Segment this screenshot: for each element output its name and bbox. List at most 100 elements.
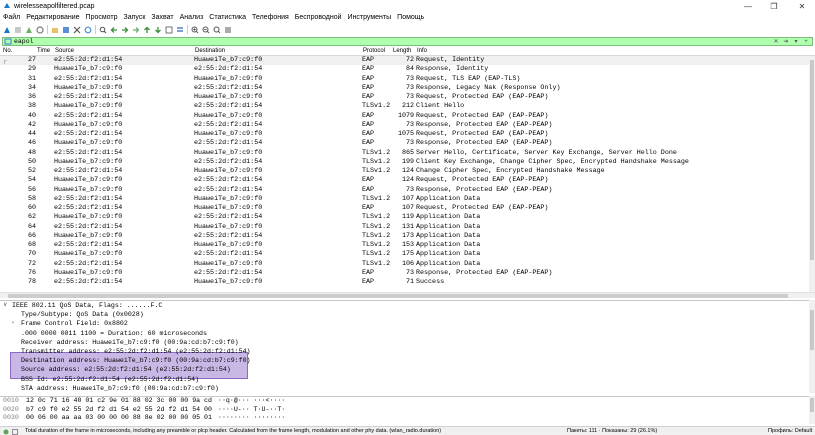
close-file-icon[interactable] xyxy=(73,26,81,34)
open-file-icon[interactable] xyxy=(51,26,59,34)
packet-row[interactable]: 29 HuaweiTe_b7:c9:f0 e2:55:2d:f2:d1:54 EAP 8… xyxy=(0,65,815,74)
menu-help[interactable]: Помощь xyxy=(397,14,424,21)
save-file-icon[interactable] xyxy=(62,26,70,34)
go-back-icon[interactable] xyxy=(110,26,118,34)
packet-row[interactable]: 62 HuaweiTe_b7:c9:f0 e2:55:2d:f2:d1:54 TLSv… xyxy=(0,213,815,222)
filter-history-icon[interactable]: ▾ xyxy=(792,38,800,45)
packet-row[interactable]: 48 e2:55:2d:f2:d1:54 HuaweiTe_b7:c9:f0 TLSv… xyxy=(0,149,815,158)
packet-row[interactable]: 31 e2:55:2d:f2:d1:54 HuaweiTe_b7:c9:f0 EAP 7… xyxy=(0,75,815,84)
packet-row[interactable]: 42 HuaweiTe_b7:c9:f0 e2:55:2d:f2:d1:54 EAP 7… xyxy=(0,121,815,130)
resize-columns-icon[interactable] xyxy=(224,26,232,34)
packet-row[interactable]: 78 e2:55:2d:f2:d1:54 HuaweiTe_b7:c9:f0 EAP 7… xyxy=(0,278,815,287)
menu-view[interactable]: Просмотр xyxy=(86,14,118,21)
packet-row[interactable]: 52 e2:55:2d:f2:d1:54 HuaweiTe_b7:c9:f0 TLSv… xyxy=(0,167,815,176)
packet-row[interactable]: 56 HuaweiTe_b7:c9:f0 e2:55:2d:f2:d1:54 EAP 7… xyxy=(0,186,815,195)
find-packet-icon[interactable] xyxy=(99,26,107,34)
detail-tree-item[interactable]: Transmitter address: e2:55:2d:f2:d1:54 (… xyxy=(0,347,815,356)
packet-row[interactable]: 50 HuaweiTe_b7:c9:f0 e2:55:2d:f2:d1:54 TLSv… xyxy=(0,158,815,167)
details-scroll-thumb[interactable] xyxy=(810,310,814,350)
menu-statistics[interactable]: Статистика xyxy=(209,14,246,21)
zoom-reset-icon[interactable] xyxy=(213,26,221,34)
packet-details-pane[interactable]: ∨ IEEE 802.11 QoS Data, Flags: ......F.C T… xyxy=(0,300,815,393)
display-filter-bar[interactable]: ✕ ➔ ▾ + xyxy=(2,37,813,46)
stop-capture-icon[interactable] xyxy=(14,26,22,34)
column-header-protocol[interactable]: Protocol xyxy=(363,48,385,54)
packet-row[interactable]: 66 HuaweiTe_b7:c9:f0 e2:55:2d:f2:d1:54 TLSv… xyxy=(0,232,815,241)
details-scrollbar[interactable] xyxy=(809,300,815,393)
packet-row[interactable]: 38 HuaweiTe_b7:c9:f0 e2:55:2d:f2:d1:54 TLSv… xyxy=(0,102,815,111)
horizontal-scroll-thumb[interactable] xyxy=(8,294,788,298)
column-header-destination[interactable]: Destination xyxy=(195,48,225,54)
column-header-length[interactable]: Length xyxy=(393,48,411,54)
bookmark-icon[interactable] xyxy=(4,38,12,45)
detail-tree-item[interactable]: Destination address: HuaweiTe_b7:c9:f0 (… xyxy=(0,356,815,365)
column-header-time[interactable]: Time xyxy=(37,48,50,54)
menu-go[interactable]: Запуск xyxy=(124,14,146,21)
packet-row[interactable]: 64 e2:55:2d:f2:d1:54 HuaweiTe_b7:c9:f0 TLSv… xyxy=(0,223,815,232)
detail-tree-item[interactable]: Receiver address: HuaweiTe_b7:c9:f0 (00:… xyxy=(0,338,815,347)
hex-row[interactable]: 0010 12 0c 71 16 40 01 c2 9e 01 88 02 3c … xyxy=(0,397,815,406)
menu-edit[interactable]: Редактирование xyxy=(26,14,79,21)
bytes-scrollbar[interactable] xyxy=(809,396,815,424)
packet-list-scrollbar[interactable] xyxy=(809,56,815,292)
menu-capture[interactable]: Захват xyxy=(151,14,173,21)
ready-status-icon[interactable] xyxy=(3,429,9,435)
go-to-packet-icon[interactable] xyxy=(132,26,140,34)
add-filter-button-icon[interactable]: + xyxy=(802,38,810,45)
packet-list-scroll-thumb[interactable] xyxy=(810,60,814,260)
clear-filter-icon[interactable]: ✕ xyxy=(772,38,780,45)
packet-bytes-pane[interactable]: 0010 12 0c 71 16 40 01 c2 9e 01 88 02 3c … xyxy=(0,396,815,424)
menu-file[interactable]: Файл xyxy=(3,14,20,21)
close-icon[interactable]: ✕ xyxy=(789,0,815,12)
packet-list-horizontal-scrollbar[interactable] xyxy=(0,292,815,298)
packet-row[interactable]: 72 e2:55:2d:f2:d1:54 HuaweiTe_b7:c9:f0 TLSv… xyxy=(0,260,815,269)
status-profile[interactable]: Профиль: Default xyxy=(768,427,812,435)
detail-tree-item[interactable]: STA address: HuaweiTe_b7:c9:f0 (00:9a:cd… xyxy=(0,384,815,393)
go-last-icon[interactable] xyxy=(154,26,162,34)
packet-row[interactable]: 36 e2:55:2d:f2:d1:54 HuaweiTe_b7:c9:f0 EAP 7… xyxy=(0,93,815,102)
packet-row[interactable]: ┌ 27 e2:55:2d:f2:d1:54 HuaweiTe_b7:c9:f0 EAP… xyxy=(0,56,815,66)
capture-comments-icon[interactable] xyxy=(12,428,18,435)
packet-row[interactable]: 44 e2:55:2d:f2:d1:54 HuaweiTe_b7:c9:f0 EAP 1… xyxy=(0,130,815,139)
apply-filter-icon[interactable]: ➔ xyxy=(782,38,790,45)
go-first-icon[interactable] xyxy=(143,26,151,34)
capture-options-icon[interactable] xyxy=(36,25,44,34)
detail-tree-item[interactable]: BSS Id: e2:55:2d:f2:d1:54 (e2:55:2d:f2:d… xyxy=(0,375,815,384)
menu-tools[interactable]: Инструменты xyxy=(348,14,392,21)
packet-list[interactable]: No. Time Source Destination Protocol Len… xyxy=(0,47,815,292)
menu-telephony[interactable]: Телефония xyxy=(252,14,289,21)
detail-tree-item[interactable]: ∨ IEEE 802.11 QoS Data, Flags: ......F.C xyxy=(0,301,815,310)
reload-icon[interactable] xyxy=(84,26,92,34)
packet-row[interactable]: 54 HuaweiTe_b7:c9:f0 e2:55:2d:f2:d1:54 EAP 1… xyxy=(0,176,815,185)
detail-tree-item[interactable]: Type/Subtype: QoS Data (0x0028) xyxy=(0,310,815,319)
colorize-icon[interactable] xyxy=(176,26,184,34)
minimize-icon[interactable]: — xyxy=(735,0,761,12)
start-capture-icon[interactable] xyxy=(3,26,11,34)
detail-tree-item[interactable]: › Frame Control Field: 0x8802 xyxy=(0,319,815,328)
packet-row[interactable]: 46 HuaweiTe_b7:c9:f0 e2:55:2d:f2:d1:54 EAP 7… xyxy=(0,139,815,148)
menu-wireless[interactable]: Беспроводной xyxy=(295,14,342,21)
bytes-scroll-thumb[interactable] xyxy=(810,398,814,412)
menu-analyze[interactable]: Анализ xyxy=(180,14,204,21)
packet-row[interactable]: 68 e2:55:2d:f2:d1:54 HuaweiTe_b7:c9:f0 TLSv… xyxy=(0,241,815,250)
column-header-source[interactable]: Source xyxy=(55,48,74,54)
zoom-in-icon[interactable] xyxy=(191,26,199,34)
restart-capture-icon[interactable] xyxy=(25,26,33,34)
expand-arrow-icon[interactable]: › xyxy=(12,319,14,328)
maximize-icon[interactable]: ❐ xyxy=(761,0,787,12)
packet-row[interactable]: 76 HuaweiTe_b7:c9:f0 e2:55:2d:f2:d1:54 EAP 7… xyxy=(0,269,815,278)
hex-row[interactable]: 0030 00 06 00 aa aa 03 00 00 00 88 8e 02 … xyxy=(0,414,815,423)
hex-row[interactable]: 0020 b7 c9 f0 e2 55 2d f2 d1 54 e2 55 2d … xyxy=(0,406,815,415)
go-forward-icon[interactable] xyxy=(121,26,129,34)
packet-row[interactable]: 60 e2:55:2d:f2:d1:54 HuaweiTe_b7:c9:f0 EAP 1… xyxy=(0,204,815,213)
column-header-info[interactable]: Info xyxy=(417,48,427,54)
detail-tree-item[interactable]: .000 0000 0011 1100 = Duration: 60 micro… xyxy=(0,329,815,338)
autoscroll-icon[interactable] xyxy=(165,26,173,34)
zoom-out-icon[interactable] xyxy=(202,26,210,34)
packet-row[interactable]: 40 e2:55:2d:f2:d1:54 HuaweiTe_b7:c9:f0 EAP 1… xyxy=(0,112,815,121)
display-filter-input[interactable] xyxy=(14,38,772,45)
detail-tree-item[interactable]: Source address: e2:55:2d:f2:d1:54 (e2:55… xyxy=(0,365,815,374)
packet-row[interactable]: 58 e2:55:2d:f2:d1:54 HuaweiTe_b7:c9:f0 TLSv… xyxy=(0,195,815,204)
column-header-no[interactable]: No. xyxy=(3,48,12,54)
packet-row[interactable]: 34 HuaweiTe_b7:c9:f0 e2:55:2d:f2:d1:54 EAP 7… xyxy=(0,84,815,93)
